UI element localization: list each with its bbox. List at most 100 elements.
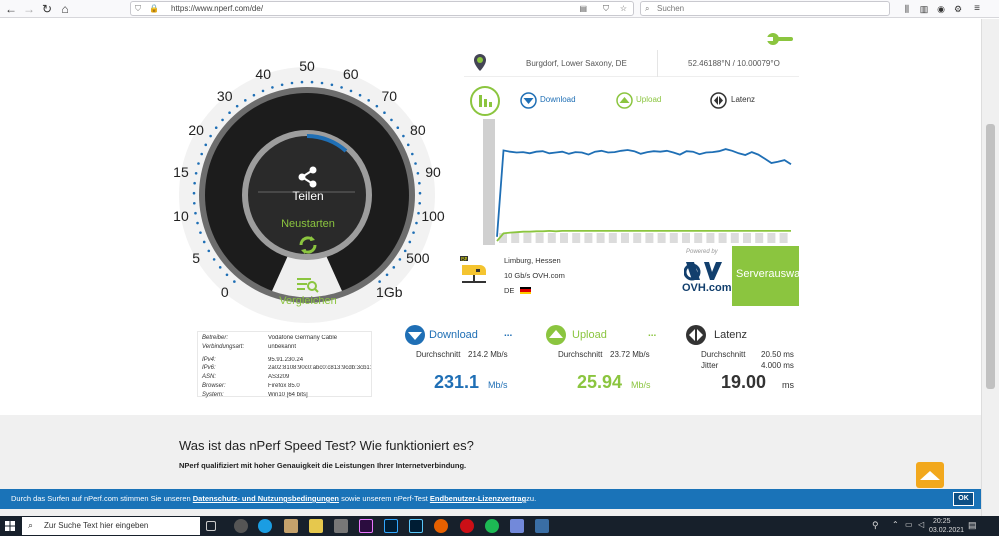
restart-icon[interactable] (297, 234, 319, 256)
connection-info: Betreiber: Vodafone Germany Cable Verbindu… (197, 331, 372, 398)
home-icon[interactable]: ⌂ (58, 2, 72, 16)
eula-link[interactable]: Endbenutzer-Lizenzvertrag (430, 494, 526, 503)
volume-icon[interactable]: ◁ (918, 520, 924, 529)
download-title: Download (429, 329, 478, 341)
extensions-icon[interactable]: ⚙ (951, 2, 965, 16)
download-value: 231.1 (434, 372, 480, 392)
url-text[interactable]: https://www.nperf.com/de/ (171, 2, 263, 15)
chart-baseline-block (767, 233, 776, 243)
scroll-top-button[interactable] (916, 462, 944, 488)
upload-legend[interactable]: Upload (636, 95, 661, 104)
app-icon-3[interactable] (535, 519, 549, 533)
clock-date[interactable]: 03.02.2021 (929, 527, 964, 534)
compare-icon[interactable] (297, 277, 319, 293)
gauge-tick-label: 20 (188, 122, 204, 138)
store-icon[interactable] (284, 519, 298, 533)
gauge-dot (406, 143, 410, 147)
privacy-terms-link[interactable]: Datenschutz- und Nutzungsbedingungen (193, 494, 339, 503)
menu-icon[interactable]: ≡ (970, 2, 984, 16)
restart-label[interactable]: Neustarten (268, 218, 348, 230)
gauge-dot (398, 258, 402, 261)
reload-icon[interactable]: ↻ (40, 2, 54, 16)
spotify-icon[interactable] (485, 519, 499, 533)
gauge-dot (193, 201, 196, 205)
edge-icon[interactable] (258, 519, 272, 533)
download-more[interactable]: ... (504, 328, 512, 339)
reader-icon[interactable]: ▤ (579, 2, 587, 15)
sidebar-icon[interactable]: ▥ (917, 2, 931, 16)
chart-baseline-block (645, 233, 654, 243)
svg-text:ISP: ISP (461, 257, 468, 262)
lightroom-icon[interactable] (409, 519, 423, 533)
people-icon[interactable]: ⚲ (872, 520, 879, 531)
clock-time[interactable]: 20:25 (933, 518, 951, 525)
photoshop-icon[interactable] (384, 519, 398, 533)
notification-icon[interactable]: ▤ (968, 520, 977, 531)
gauge-dot (390, 118, 393, 122)
share-icon[interactable] (297, 166, 319, 188)
gauge-tick-label: 90 (425, 163, 441, 180)
location-coords: 52.46188°N / 10.00079°O (688, 59, 780, 68)
firefox-icon[interactable] (434, 519, 448, 533)
tray-chevron-icon[interactable]: ⌃ (892, 520, 899, 529)
upload-value: 25.94 (577, 372, 623, 392)
server-select-label[interactable]: Serverauswa (736, 268, 799, 280)
app-icon-2[interactable] (334, 519, 348, 533)
gauge-dot (412, 231, 415, 234)
opera-icon[interactable] (460, 519, 474, 533)
info-key: Betreiber: (202, 335, 229, 341)
discord-icon[interactable] (510, 519, 524, 533)
info-value: Vodafone Germany Cable (268, 335, 338, 341)
cookie-ok-button[interactable]: OK (953, 492, 974, 506)
compare-label[interactable]: Vergleichen (268, 295, 348, 307)
chart-toggle-icon[interactable] (469, 85, 501, 117)
account-icon[interactable]: ◉ (934, 2, 948, 16)
gauge-dot (280, 83, 284, 87)
gauge-dot (349, 89, 353, 93)
chart-baseline-block (584, 233, 593, 243)
chart-baseline-block (657, 233, 666, 243)
gauge-dot (290, 81, 294, 85)
chart-baseline-block (608, 233, 617, 243)
search-bar[interactable]: ⌕ Suchen (640, 1, 890, 16)
cookie-text-before: Durch das Surfen auf nPerf.com stimmen S… (11, 494, 191, 503)
chart-baseline-block (511, 233, 520, 243)
gauge-dot (244, 99, 247, 102)
forward-icon[interactable]: → (22, 2, 36, 16)
germany-flag-icon (520, 287, 531, 294)
task-view-icon[interactable] (206, 521, 216, 531)
info-value: 2a02:8108:90c0:abc0:c813:9cdb:3cb1: (268, 365, 371, 372)
premiere-icon[interactable] (359, 519, 373, 533)
gauge-tick-label: 500 (406, 250, 430, 266)
chart-baseline-block (621, 233, 629, 243)
share-label[interactable]: Teilen (279, 189, 337, 203)
chart-baseline-block (694, 233, 703, 243)
wrench-icon[interactable] (767, 32, 795, 46)
library-icon[interactable]: ⫼ (900, 2, 914, 16)
network-icon[interactable]: ▭ (905, 520, 913, 529)
app-icon-1[interactable] (234, 519, 248, 533)
download-legend[interactable]: Download (540, 95, 576, 104)
bookmark-star-icon[interactable]: ☆ (620, 2, 627, 15)
gauge-tick-label: 50 (299, 58, 315, 74)
chart-baseline-block (596, 233, 605, 243)
explorer-icon[interactable] (309, 519, 323, 533)
upload-result-icon (546, 325, 566, 345)
upload-more[interactable]: ... (648, 328, 656, 339)
info-value: AS3209 (268, 374, 290, 381)
gauge-tick-label: 60 (342, 65, 359, 82)
taskbar-search[interactable]: ⌕ Zur Suche Text hier eingeben (22, 517, 200, 535)
latency-legend[interactable]: Latenz (731, 95, 755, 104)
back-icon[interactable]: ← (4, 2, 18, 16)
pocket-icon[interactable]: ⛉ (603, 2, 609, 15)
info-key: IPv4: (202, 356, 216, 363)
speed-chart (483, 119, 792, 245)
latency-avg: 20.50 ms (761, 350, 794, 359)
chart-baseline-block (669, 233, 678, 243)
windows-start-icon[interactable] (5, 521, 15, 531)
scrollbar[interactable] (981, 19, 999, 516)
scrollbar-thumb[interactable] (986, 124, 995, 389)
server-select-button[interactable]: Serverauswa (732, 246, 799, 306)
article-subtext: NPerf qualifiziert mit hoher Genauigkeit… (179, 461, 467, 470)
url-bar[interactable]: ⛉ 🔒 https://www.nperf.com/de/ ▤ ⛉ ☆ (130, 1, 634, 16)
